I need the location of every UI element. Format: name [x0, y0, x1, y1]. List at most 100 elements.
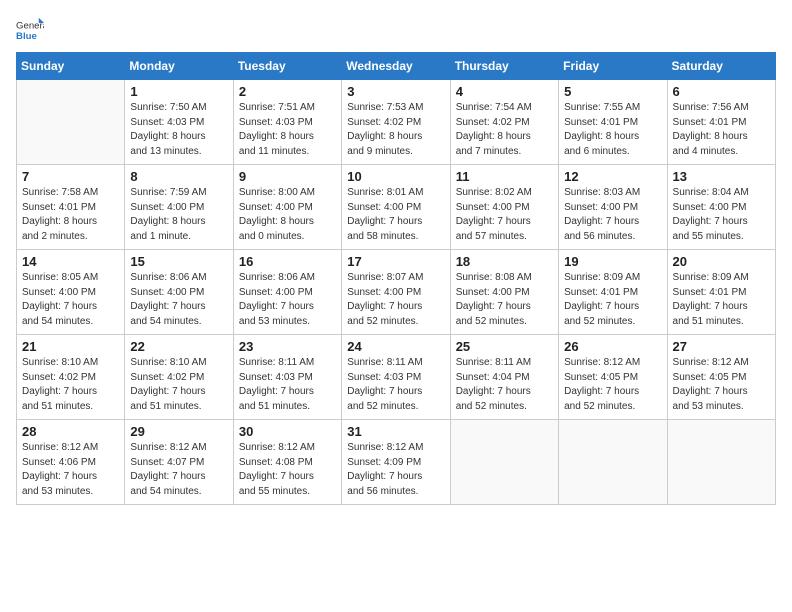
calendar-cell: [559, 420, 667, 505]
calendar-header-row: SundayMondayTuesdayWednesdayThursdayFrid…: [17, 53, 776, 80]
day-info: Sunrise: 8:12 AM Sunset: 4:09 PM Dayligh…: [347, 441, 444, 499]
day-number: 15: [130, 254, 227, 269]
day-info: Sunrise: 8:03 AM Sunset: 4:00 PM Dayligh…: [564, 186, 661, 244]
day-number: 17: [347, 254, 444, 269]
day-info: Sunrise: 8:04 AM Sunset: 4:00 PM Dayligh…: [673, 186, 770, 244]
day-number: 27: [673, 339, 770, 354]
day-number: 19: [564, 254, 661, 269]
day-number: 28: [22, 424, 119, 439]
calendar-cell: [450, 420, 558, 505]
calendar-week-3: 21 Sunrise: 8:10 AM Sunset: 4:02 PM Dayli…: [17, 335, 776, 420]
day-number: 2: [239, 84, 336, 99]
day-number: 26: [564, 339, 661, 354]
calendar-cell: 2 Sunrise: 7:51 AM Sunset: 4:03 PM Daylig…: [233, 80, 341, 165]
day-info: Sunrise: 8:08 AM Sunset: 4:00 PM Dayligh…: [456, 271, 553, 329]
day-info: Sunrise: 7:51 AM Sunset: 4:03 PM Dayligh…: [239, 101, 336, 159]
calendar-table: SundayMondayTuesdayWednesdayThursdayFrid…: [16, 52, 776, 505]
calendar-cell: 5 Sunrise: 7:55 AM Sunset: 4:01 PM Daylig…: [559, 80, 667, 165]
day-info: Sunrise: 7:53 AM Sunset: 4:02 PM Dayligh…: [347, 101, 444, 159]
col-header-tuesday: Tuesday: [233, 53, 341, 80]
calendar-cell: 16 Sunrise: 8:06 AM Sunset: 4:00 PM Dayli…: [233, 250, 341, 335]
calendar-cell: 19 Sunrise: 8:09 AM Sunset: 4:01 PM Dayli…: [559, 250, 667, 335]
day-number: 7: [22, 169, 119, 184]
calendar-cell: 15 Sunrise: 8:06 AM Sunset: 4:00 PM Dayli…: [125, 250, 233, 335]
day-number: 22: [130, 339, 227, 354]
day-number: 24: [347, 339, 444, 354]
day-number: 8: [130, 169, 227, 184]
calendar-cell: 29Sunrise: 8:12 AM Sunset: 4:07 PM Dayli…: [125, 420, 233, 505]
svg-text:Blue: Blue: [16, 31, 37, 42]
calendar-cell: 25Sunrise: 8:11 AM Sunset: 4:04 PM Dayli…: [450, 335, 558, 420]
day-number: 25: [456, 339, 553, 354]
day-info: Sunrise: 8:06 AM Sunset: 4:00 PM Dayligh…: [239, 271, 336, 329]
calendar-cell: 23 Sunrise: 8:11 AM Sunset: 4:03 PM Dayli…: [233, 335, 341, 420]
calendar-cell: 7 Sunrise: 7:58 AM Sunset: 4:01 PM Daylig…: [17, 165, 125, 250]
logo-icon: General Blue: [16, 16, 44, 44]
day-number: 20: [673, 254, 770, 269]
day-info: Sunrise: 8:12 AM Sunset: 4:05 PM Dayligh…: [564, 356, 661, 414]
calendar-cell: 6 Sunrise: 7:56 AM Sunset: 4:01 PM Daylig…: [667, 80, 775, 165]
calendar-week-2: 14 Sunrise: 8:05 AM Sunset: 4:00 PM Dayli…: [17, 250, 776, 335]
day-number: 31: [347, 424, 444, 439]
day-number: 14: [22, 254, 119, 269]
day-info: Sunrise: 8:06 AM Sunset: 4:00 PM Dayligh…: [130, 271, 227, 329]
col-header-friday: Friday: [559, 53, 667, 80]
day-number: 6: [673, 84, 770, 99]
day-info: Sunrise: 8:11 AM Sunset: 4:03 PM Dayligh…: [347, 356, 444, 414]
day-number: 4: [456, 84, 553, 99]
day-info: Sunrise: 7:50 AM Sunset: 4:03 PM Dayligh…: [130, 101, 227, 159]
day-number: 10: [347, 169, 444, 184]
page-header: General Blue: [16, 16, 776, 44]
calendar-week-4: 28 Sunrise: 8:12 AM Sunset: 4:06 PM Dayli…: [17, 420, 776, 505]
calendar-cell: 31 Sunrise: 8:12 AM Sunset: 4:09 PM Dayli…: [342, 420, 450, 505]
day-info: Sunrise: 8:07 AM Sunset: 4:00 PM Dayligh…: [347, 271, 444, 329]
calendar-cell: 17 Sunrise: 8:07 AM Sunset: 4:00 PM Dayli…: [342, 250, 450, 335]
calendar-cell: 8Sunrise: 7:59 AM Sunset: 4:00 PM Daylig…: [125, 165, 233, 250]
day-number: 30: [239, 424, 336, 439]
day-number: 16: [239, 254, 336, 269]
day-number: 21: [22, 339, 119, 354]
day-number: 11: [456, 169, 553, 184]
calendar-week-0: 1 Sunrise: 7:50 AM Sunset: 4:03 PM Daylig…: [17, 80, 776, 165]
col-header-saturday: Saturday: [667, 53, 775, 80]
calendar-cell: 9Sunrise: 8:00 AM Sunset: 4:00 PM Daylig…: [233, 165, 341, 250]
day-info: Sunrise: 7:56 AM Sunset: 4:01 PM Dayligh…: [673, 101, 770, 159]
day-info: Sunrise: 7:58 AM Sunset: 4:01 PM Dayligh…: [22, 186, 119, 244]
day-info: Sunrise: 8:10 AM Sunset: 4:02 PM Dayligh…: [130, 356, 227, 414]
day-info: Sunrise: 7:55 AM Sunset: 4:01 PM Dayligh…: [564, 101, 661, 159]
day-info: Sunrise: 7:54 AM Sunset: 4:02 PM Dayligh…: [456, 101, 553, 159]
day-info: Sunrise: 8:09 AM Sunset: 4:01 PM Dayligh…: [564, 271, 661, 329]
calendar-cell: 3 Sunrise: 7:53 AM Sunset: 4:02 PM Daylig…: [342, 80, 450, 165]
day-number: 12: [564, 169, 661, 184]
day-info: Sunrise: 8:11 AM Sunset: 4:03 PM Dayligh…: [239, 356, 336, 414]
day-info: Sunrise: 8:01 AM Sunset: 4:00 PM Dayligh…: [347, 186, 444, 244]
calendar-cell: 27Sunrise: 8:12 AM Sunset: 4:05 PM Dayli…: [667, 335, 775, 420]
day-info: Sunrise: 8:12 AM Sunset: 4:06 PM Dayligh…: [22, 441, 119, 499]
calendar-week-1: 7 Sunrise: 7:58 AM Sunset: 4:01 PM Daylig…: [17, 165, 776, 250]
day-info: Sunrise: 8:12 AM Sunset: 4:07 PM Dayligh…: [130, 441, 227, 499]
day-info: Sunrise: 8:00 AM Sunset: 4:00 PM Dayligh…: [239, 186, 336, 244]
calendar-cell: 1 Sunrise: 7:50 AM Sunset: 4:03 PM Daylig…: [125, 80, 233, 165]
calendar-cell: 13Sunrise: 8:04 AM Sunset: 4:00 PM Dayli…: [667, 165, 775, 250]
calendar-cell: 4 Sunrise: 7:54 AM Sunset: 4:02 PM Daylig…: [450, 80, 558, 165]
day-number: 1: [130, 84, 227, 99]
day-info: Sunrise: 8:05 AM Sunset: 4:00 PM Dayligh…: [22, 271, 119, 329]
calendar-cell: 21Sunrise: 8:10 AM Sunset: 4:02 PM Dayli…: [17, 335, 125, 420]
calendar-cell: 30 Sunrise: 8:12 AM Sunset: 4:08 PM Dayli…: [233, 420, 341, 505]
day-info: Sunrise: 8:02 AM Sunset: 4:00 PM Dayligh…: [456, 186, 553, 244]
day-number: 23: [239, 339, 336, 354]
day-number: 18: [456, 254, 553, 269]
calendar-cell: 20 Sunrise: 8:09 AM Sunset: 4:01 PM Dayli…: [667, 250, 775, 335]
day-number: 5: [564, 84, 661, 99]
calendar-cell: 28 Sunrise: 8:12 AM Sunset: 4:06 PM Dayli…: [17, 420, 125, 505]
calendar-cell: 24 Sunrise: 8:11 AM Sunset: 4:03 PM Dayli…: [342, 335, 450, 420]
logo: General Blue: [16, 16, 44, 44]
calendar-cell: [667, 420, 775, 505]
day-info: Sunrise: 8:09 AM Sunset: 4:01 PM Dayligh…: [673, 271, 770, 329]
calendar-cell: 12 Sunrise: 8:03 AM Sunset: 4:00 PM Dayli…: [559, 165, 667, 250]
col-header-sunday: Sunday: [17, 53, 125, 80]
col-header-thursday: Thursday: [450, 53, 558, 80]
calendar-cell: [17, 80, 125, 165]
day-number: 3: [347, 84, 444, 99]
day-info: Sunrise: 8:12 AM Sunset: 4:08 PM Dayligh…: [239, 441, 336, 499]
